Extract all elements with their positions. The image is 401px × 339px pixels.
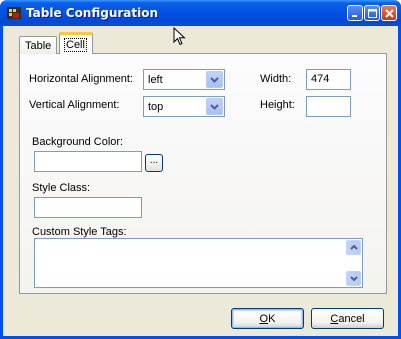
- dialog-client-area: Table Cell Horizontal Alignment: left Wi…: [3, 26, 398, 336]
- scroll-down-icon[interactable]: [346, 271, 361, 286]
- horizontal-alignment-label: Horizontal Alignment:: [29, 73, 133, 85]
- minimize-button[interactable]: [347, 5, 363, 21]
- vertical-alignment-value: top: [148, 101, 164, 113]
- table-config-app-icon: [7, 7, 21, 19]
- horizontal-alignment-value: left: [148, 74, 163, 86]
- title-bar[interactable]: Table Configuration: [0, 0, 401, 26]
- maximize-icon: [367, 8, 377, 18]
- vertical-alignment-label: Vertical Alignment:: [29, 99, 120, 111]
- custom-style-tags-textarea[interactable]: [34, 238, 363, 288]
- scroll-up-icon[interactable]: [346, 240, 361, 255]
- background-color-input[interactable]: [34, 151, 142, 172]
- height-label: Height:: [260, 99, 295, 111]
- chevron-down-icon[interactable]: [206, 98, 223, 115]
- ok-button-label: OK: [259, 312, 276, 325]
- style-class-input[interactable]: [34, 197, 142, 218]
- height-input[interactable]: [306, 96, 351, 117]
- background-color-label: Background Color:: [32, 136, 124, 148]
- tab-cell[interactable]: Cell: [59, 32, 93, 54]
- dialog-window: Table Configuration Table Cell Horizonta…: [0, 0, 401, 339]
- cancel-button[interactable]: Cancel: [311, 308, 384, 329]
- ok-button[interactable]: OK: [231, 308, 304, 329]
- tab-cell-label: Cell: [64, 37, 87, 52]
- tab-table[interactable]: Table: [19, 36, 57, 54]
- window-title: Table Configuration: [26, 6, 159, 20]
- mouse-pointer-icon: [173, 27, 186, 46]
- maximize-button[interactable]: [364, 5, 380, 21]
- style-class-label: Style Class:: [32, 182, 91, 194]
- custom-style-tags-label: Custom Style Tags:: [32, 226, 127, 238]
- close-button[interactable]: [381, 5, 397, 21]
- cancel-button-label: Cancel: [330, 312, 365, 325]
- tab-table-label: Table: [25, 39, 52, 52]
- minimize-icon: [352, 15, 357, 17]
- width-input[interactable]: 474: [306, 69, 351, 90]
- close-icon: [384, 8, 394, 18]
- vertical-alignment-select[interactable]: top: [143, 96, 225, 117]
- color-browse-button[interactable]: ...: [145, 154, 163, 172]
- width-label: Width:: [260, 73, 292, 85]
- horizontal-alignment-select[interactable]: left: [143, 69, 225, 90]
- chevron-down-icon[interactable]: [206, 71, 223, 88]
